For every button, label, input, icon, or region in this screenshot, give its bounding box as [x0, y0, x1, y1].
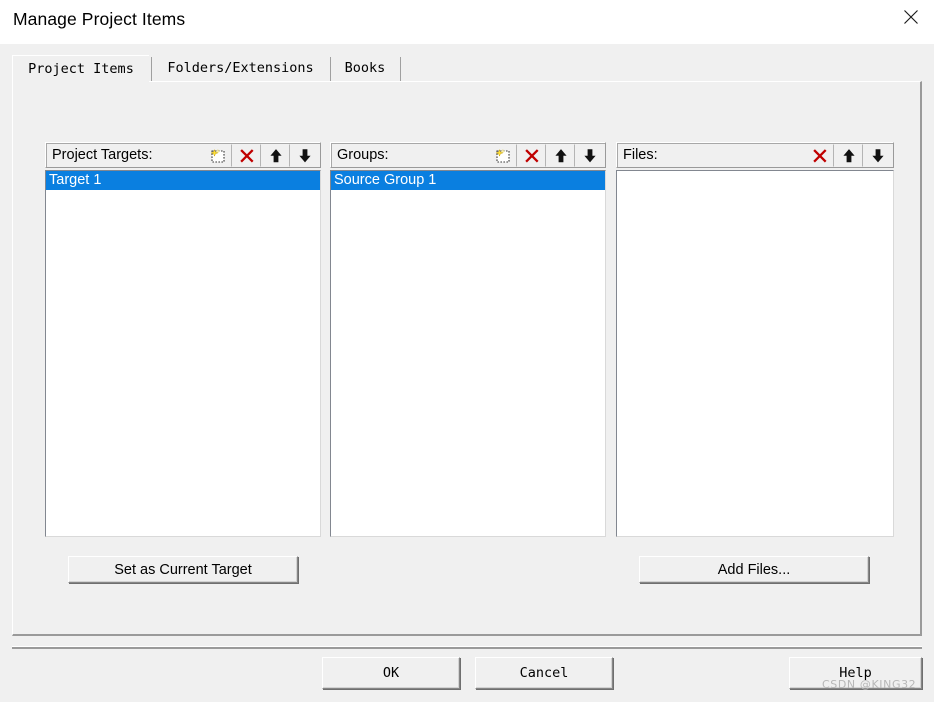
files-listbox[interactable]	[616, 170, 894, 537]
tab-label: Folders/Extensions	[167, 60, 314, 76]
ok-button[interactable]: OK	[322, 657, 460, 689]
delete-icon-glyph	[239, 148, 254, 163]
files-toolbar	[805, 144, 892, 167]
project-targets-header: Project Targets:	[45, 142, 321, 168]
move-up-icon[interactable]	[261, 144, 290, 167]
help-button[interactable]: Help	[789, 657, 922, 689]
new-item-icon-glyph	[209, 148, 225, 163]
groups-listbox[interactable]: Source Group 1	[330, 170, 606, 537]
move-up-icon-glyph	[842, 148, 855, 162]
new-item-icon-glyph	[494, 148, 510, 163]
delete-icon[interactable]	[517, 144, 546, 167]
tab-strip: Project Items Folders/Extensions Books	[12, 55, 922, 83]
move-down-icon[interactable]	[863, 144, 892, 167]
list-item-label: Target 1	[49, 172, 102, 188]
move-up-icon-glyph	[554, 148, 567, 162]
groups-column: Groups: Source Group 1	[330, 142, 606, 537]
move-down-icon-glyph	[871, 148, 884, 162]
move-up-icon-glyph	[269, 148, 282, 162]
window-title: Manage Project Items	[13, 9, 186, 29]
move-down-icon[interactable]	[290, 144, 319, 167]
cancel-button[interactable]: Cancel	[475, 657, 613, 689]
project-targets-label: Project Targets:	[52, 147, 153, 163]
title-bar: Manage Project Items	[0, 0, 934, 44]
delete-icon-glyph	[524, 148, 539, 163]
list-item-label: Source Group 1	[334, 172, 437, 188]
close-icon[interactable]	[888, 0, 934, 32]
help-label: Help	[839, 665, 872, 681]
project-targets-listbox[interactable]: Target 1	[45, 170, 321, 537]
new-item-icon[interactable]	[488, 144, 517, 167]
groups-label: Groups:	[337, 147, 389, 163]
move-down-icon-glyph	[298, 148, 311, 162]
tab-divider	[400, 57, 401, 81]
files-column: Files:	[616, 142, 894, 537]
list-item[interactable]: Target 1	[46, 171, 320, 190]
move-down-icon[interactable]	[575, 144, 604, 167]
tab-label: Project Items	[28, 61, 134, 77]
cancel-label: Cancel	[519, 665, 569, 681]
add-files-label: Add Files...	[717, 562, 791, 578]
new-item-icon[interactable]	[203, 144, 232, 167]
add-files-button[interactable]: Add Files...	[639, 556, 869, 583]
tab-divider	[330, 57, 331, 81]
project-items-panel: Project Targets: Target 1 Groups: Source…	[12, 81, 922, 636]
tab-folders-extensions[interactable]: Folders/Extensions	[153, 55, 328, 82]
manage-project-items-dialog: Manage Project Items Project Items Folde…	[0, 0, 934, 702]
close-icon-glyph	[904, 10, 918, 24]
project-targets-toolbar	[203, 144, 319, 167]
groups-header: Groups:	[330, 142, 606, 168]
files-label: Files:	[623, 147, 658, 163]
move-down-icon-glyph	[583, 148, 596, 162]
move-up-icon[interactable]	[834, 144, 863, 167]
move-up-icon[interactable]	[546, 144, 575, 167]
delete-icon[interactable]	[232, 144, 261, 167]
list-item[interactable]: Source Group 1	[331, 171, 605, 190]
project-targets-column: Project Targets: Target 1	[45, 142, 321, 537]
footer-separator	[12, 646, 922, 649]
set-as-current-target-button[interactable]: Set as Current Target	[68, 556, 298, 583]
set-as-current-target-label: Set as Current Target	[114, 562, 252, 578]
delete-icon-glyph	[812, 148, 827, 163]
tab-divider	[151, 57, 152, 81]
tab-label: Books	[344, 60, 386, 76]
tab-books[interactable]: Books	[332, 55, 398, 82]
groups-toolbar	[488, 144, 604, 167]
delete-icon[interactable]	[805, 144, 834, 167]
ok-label: OK	[382, 665, 400, 681]
files-header: Files:	[616, 142, 894, 168]
tab-project-items[interactable]: Project Items	[12, 55, 149, 82]
